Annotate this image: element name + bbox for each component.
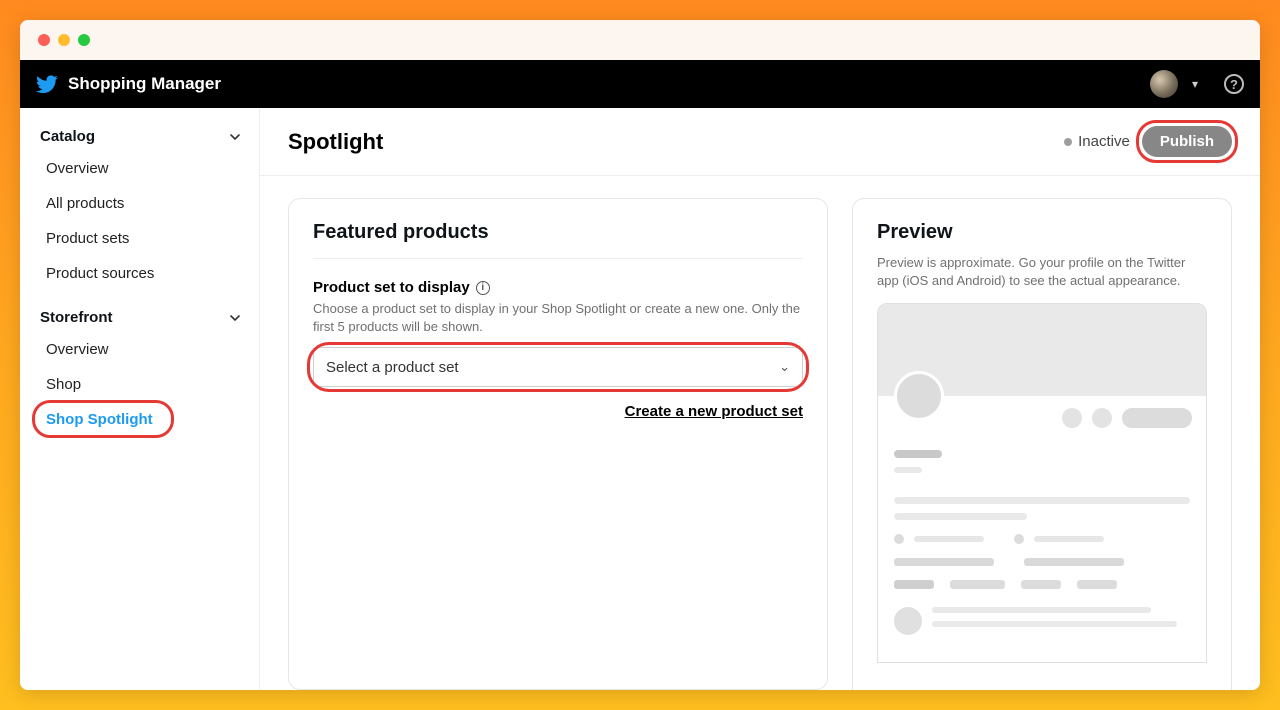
chevron-down-icon (227, 129, 243, 145)
sidebar-item-shop[interactable]: Shop (34, 367, 249, 402)
account-menu-chevron-icon[interactable]: ▾ (1192, 77, 1198, 91)
select-placeholder: Select a product set (326, 359, 459, 376)
preview-title: Preview (877, 221, 1207, 244)
topbar: Shopping Manager ▾ ? (20, 60, 1260, 108)
sidebar-item-product-sources[interactable]: Product sources (34, 256, 249, 291)
sidebar-item-all-products[interactable]: All products (34, 186, 249, 221)
mock-tabs-row (878, 566, 1206, 589)
status-dot-icon (1064, 138, 1072, 146)
mock-avatar (894, 371, 944, 421)
sidebar-item-overview[interactable]: Overview (34, 151, 249, 186)
chevron-down-icon (227, 310, 243, 326)
product-set-field: Product set to display i Choose a produc… (313, 279, 803, 420)
sidebar-item-storefront-overview[interactable]: Overview (34, 332, 249, 367)
mock-meta-row (878, 544, 1206, 566)
sidebar-section-label: Catalog (40, 128, 95, 145)
publish-button[interactable]: Publish (1142, 126, 1232, 157)
info-icon[interactable]: i (476, 281, 490, 295)
create-product-set-link[interactable]: Create a new product set (313, 403, 803, 420)
sidebar-item-shop-spotlight[interactable]: Shop Spotlight (34, 402, 249, 437)
status-label: Inactive (1078, 133, 1130, 150)
mock-circle-icon (1062, 408, 1082, 428)
featured-products-pane: Featured products Product set to display… (288, 198, 828, 690)
mock-circle-icon (1092, 408, 1112, 428)
preview-subtitle: Preview is approximate. Go your profile … (877, 254, 1207, 289)
field-label: Product set to display (313, 279, 470, 296)
window-maximize-icon[interactable] (78, 34, 90, 46)
sidebar-item-product-sets[interactable]: Product sets (34, 221, 249, 256)
mock-banner (878, 304, 1206, 396)
sidebar-section-label: Storefront (40, 309, 113, 326)
page-header: Spotlight Inactive Publish (260, 108, 1260, 176)
sidebar-section-storefront[interactable]: Storefront (34, 303, 249, 332)
status-badge: Inactive (1064, 133, 1130, 150)
window-minimize-icon[interactable] (58, 34, 70, 46)
product-set-select[interactable]: Select a product set ⌄ (313, 347, 803, 387)
chevron-down-icon: ⌄ (779, 359, 790, 375)
select-wrap: Select a product set ⌄ (313, 347, 803, 387)
body: Catalog Overview All products Product se… (20, 108, 1260, 690)
app-title: Shopping Manager (68, 74, 221, 94)
pane-title: Featured products (313, 221, 803, 259)
sidebar: Catalog Overview All products Product se… (20, 108, 260, 690)
main: Spotlight Inactive Publish Featured prod… (260, 108, 1260, 690)
avatar[interactable] (1150, 70, 1178, 98)
field-help: Choose a product set to display in your … (313, 300, 803, 335)
titlebar (20, 20, 1260, 60)
window: Shopping Manager ▾ ? Catalog Overview Al… (20, 20, 1260, 690)
publish-wrap: Publish (1142, 126, 1232, 157)
mock-meta-row (878, 520, 1206, 544)
field-label-row: Product set to display i (313, 279, 803, 296)
sidebar-section-catalog[interactable]: Catalog (34, 122, 249, 151)
window-close-icon[interactable] (38, 34, 50, 46)
preview-mock (877, 303, 1207, 663)
content: Featured products Product set to display… (260, 176, 1260, 690)
sidebar-item-shop-spotlight-wrap: Shop Spotlight (34, 402, 249, 437)
mock-bio-lines (878, 428, 1206, 520)
mock-tweet-row (878, 589, 1206, 635)
twitter-icon (36, 73, 58, 95)
preview-pane: Preview Preview is approximate. Go your … (852, 198, 1232, 690)
help-icon[interactable]: ? (1224, 74, 1244, 94)
page-title: Spotlight (288, 129, 383, 155)
mock-pill (1122, 408, 1192, 428)
